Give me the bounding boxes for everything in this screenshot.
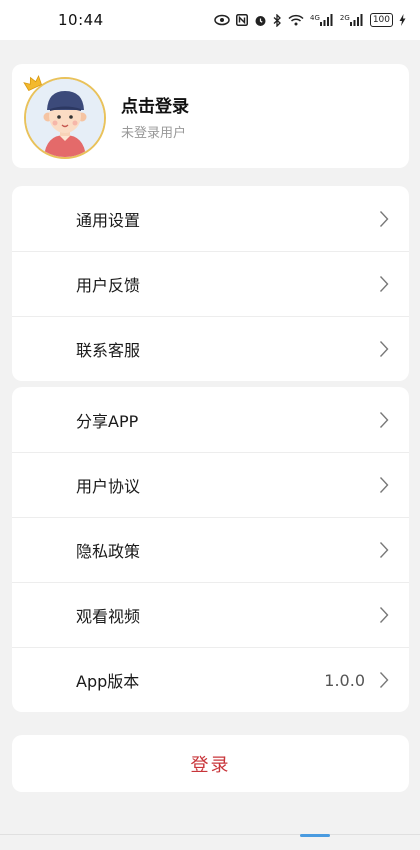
menu-item-label: 用户反馈	[76, 276, 141, 295]
chevron-right-icon	[379, 672, 389, 688]
menu-item-feedback[interactable]: 用户反馈	[12, 251, 409, 316]
menu-item-label: 隐私政策	[76, 542, 141, 561]
login-button[interactable]: 登录	[12, 735, 409, 792]
menu-item-label: 联系客服	[76, 341, 141, 360]
eye-icon	[214, 14, 230, 26]
profile-title[interactable]: 点击登录	[121, 92, 189, 117]
menu-item-contact-support[interactable]: 联系客服	[12, 316, 409, 381]
battery-icon: 100	[369, 13, 393, 27]
app-version-value: 1.0.0	[324, 670, 365, 690]
menu-item-label: 分享APP	[76, 411, 139, 431]
profile-subtitle: 未登录用户	[121, 125, 187, 141]
status-time: 10:44	[58, 11, 104, 29]
menu-item-label: 观看视频	[76, 607, 141, 626]
chevron-right-icon	[379, 210, 389, 227]
chevron-right-icon	[379, 411, 389, 428]
wifi-icon	[288, 14, 304, 26]
profile-text[interactable]: 点击登录 未登录用户	[121, 92, 189, 141]
avatar[interactable]	[23, 74, 107, 159]
menu-item-label: 用户协议	[76, 477, 141, 496]
menu-group-about: 分享APP 用户协议 隐私政策 观看视频 App版本 1.0.0	[12, 387, 409, 712]
signal-4g-icon: 4G	[310, 14, 334, 26]
chevron-right-icon	[379, 276, 389, 292]
alarm-icon	[254, 14, 267, 27]
chevron-right-icon	[379, 542, 389, 558]
menu-item-app-version[interactable]: App版本 1.0.0	[12, 647, 409, 712]
menu-item-label: App版本	[76, 672, 140, 691]
profile-card[interactable]: 点击登录 未登录用户	[12, 64, 409, 168]
menu-item-watch-video[interactable]: 观看视频	[12, 582, 409, 647]
nfc-icon	[236, 14, 249, 26]
network-2g-label: 2G	[339, 14, 350, 22]
login-button-label: 登录	[190, 754, 231, 776]
status-bar: 10:44 4G 2G 100	[0, 0, 420, 40]
signal-2g-icon: 2G	[340, 14, 364, 26]
bluetooth-icon	[273, 13, 282, 27]
menu-group-settings: 通用设置 用户反馈 联系客服	[12, 186, 409, 381]
menu-item-user-agreement[interactable]: 用户协议	[12, 452, 409, 517]
menu-item-general-settings[interactable]: 通用设置	[12, 186, 409, 251]
crown-icon	[23, 74, 42, 92]
chevron-right-icon	[379, 341, 389, 357]
status-icons: 4G 2G 100	[214, 13, 406, 27]
home-indicator	[300, 834, 330, 837]
chevron-right-icon	[379, 607, 389, 623]
bottom-divider	[0, 834, 420, 835]
chevron-right-icon	[379, 477, 389, 493]
menu-item-label: 通用设置	[76, 210, 141, 230]
network-4g-label: 4G	[310, 14, 320, 22]
menu-item-privacy-policy[interactable]: 隐私政策	[12, 517, 409, 582]
battery-level: 100	[372, 15, 390, 25]
charging-icon	[399, 14, 406, 26]
menu-item-share-app[interactable]: 分享APP	[12, 387, 409, 452]
